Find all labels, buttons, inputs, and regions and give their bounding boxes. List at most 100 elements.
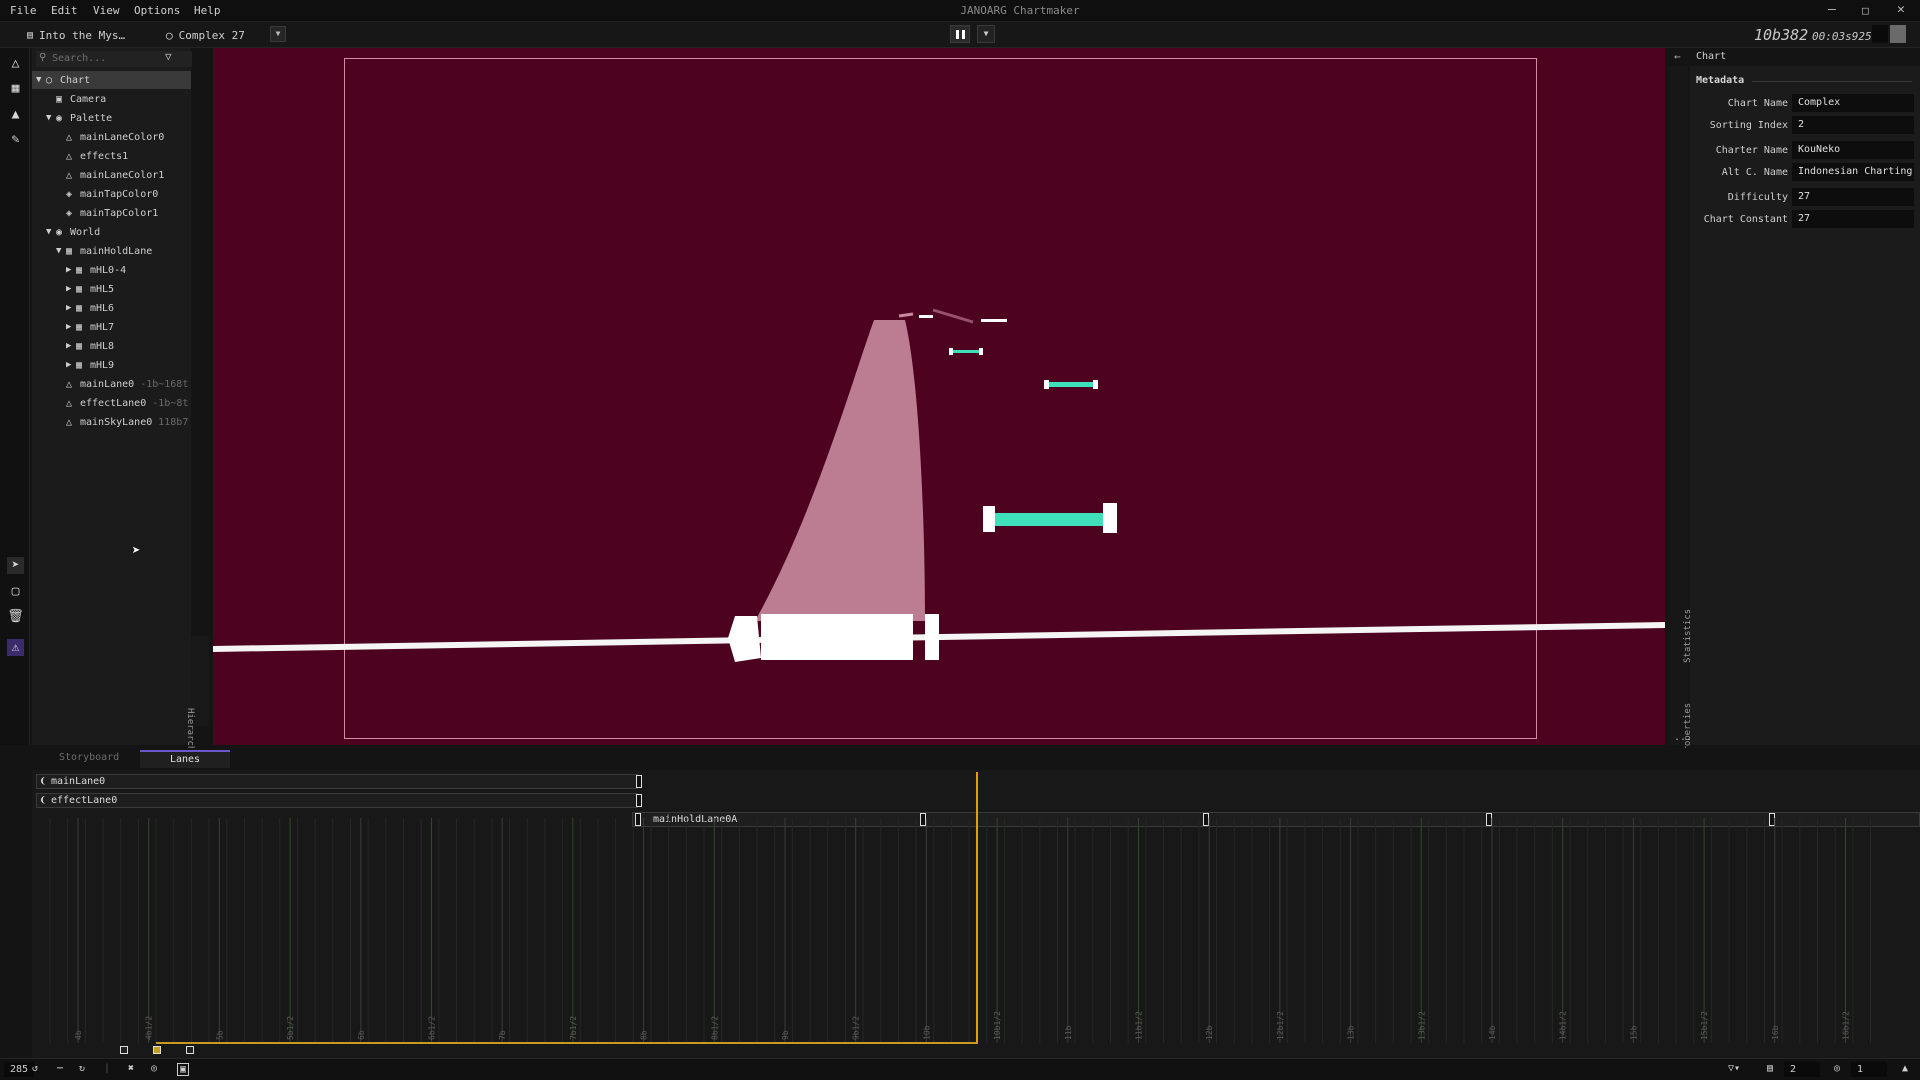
expand-icon[interactable]: ▼: [46, 227, 56, 237]
collapse-icon[interactable]: ▶: [66, 322, 76, 332]
range-start-marker[interactable]: [120, 1046, 128, 1054]
lane-style-icon: △: [66, 169, 73, 181]
properties-panel: ← Chart Metadata Chart Name Complex Sort…: [1668, 48, 1920, 745]
hit-style-icon: ◈: [66, 207, 73, 219]
tree-item-maintapcolor0[interactable]: ◈ mainTapColor0: [32, 185, 191, 203]
brush-tool-icon[interactable]: ✎: [7, 131, 24, 148]
tree-item-mhl9[interactable]: ▶ ▦ mHL9: [32, 356, 191, 374]
sorting-index-label: Sorting Index: [1709, 120, 1788, 131]
more-icon[interactable]: ⋯: [57, 1063, 63, 1074]
tree-item-mhl5[interactable]: ▶ ▦ mHL5: [32, 280, 191, 298]
tree-item-palette[interactable]: ▼ ◉ Palette: [32, 109, 191, 127]
visibility-icon[interactable]: ◎: [151, 1063, 157, 1074]
lane-item-effectlane0[interactable]: ❨ effectLane0: [36, 793, 638, 808]
toolbar-toggle-light[interactable]: [1890, 25, 1906, 43]
tree-item-effectlane0[interactable]: △ effectLane0 -1b~8t: [32, 394, 191, 412]
chart-dropdown[interactable]: ▼: [270, 26, 286, 42]
collapse-icon[interactable]: ▶: [66, 360, 76, 370]
search-icon: ⚲: [39, 52, 47, 63]
tree-item-maintapcolor1[interactable]: ◈ mainTapColor1: [32, 204, 191, 222]
filter-icon[interactable]: ▽: [165, 50, 172, 63]
playback-dropdown[interactable]: ▼: [977, 25, 995, 43]
tree-item-mainlane0[interactable]: △ mainLane0 -1b~168t: [32, 375, 191, 393]
lock-icon[interactable]: ▣: [177, 1063, 190, 1076]
tab-storyboard[interactable]: Storyboard: [59, 752, 119, 763]
far-note: [919, 315, 933, 318]
minimize-icon[interactable]: –: [1828, 2, 1836, 17]
tree-item-mainlanecolor1[interactable]: △ mainLaneColor1: [32, 166, 191, 184]
chart-tab[interactable]: ◯ Complex 27: [166, 27, 245, 43]
lane-tool-icon[interactable]: ▲: [7, 106, 24, 123]
camera-icon: ▣: [56, 93, 63, 105]
beat-tick-label: 12b: [1205, 1025, 1214, 1040]
tree-item-mhl8[interactable]: ▶ ▦ mHL8: [32, 337, 191, 355]
grid-tool-icon[interactable]: ▦: [7, 80, 24, 97]
charter-name-field[interactable]: KouNeko: [1792, 141, 1914, 159]
redo-icon[interactable]: ↻: [79, 1063, 85, 1074]
tree-item-mainholdlane[interactable]: ▼ ▦ mainHoldLane: [32, 242, 191, 260]
hold-note-small: [951, 350, 981, 353]
tool-strip: △ ▦ ▲ ✎ ➤ ▢ 🗑 ⚠: [0, 48, 30, 745]
expand-icon[interactable]: ▼: [46, 113, 56, 123]
warning-tool-icon[interactable]: ⚠: [7, 639, 24, 656]
undo-icon[interactable]: ↺: [32, 1063, 38, 1074]
chevron-down-icon: ▼: [275, 29, 281, 38]
delete-tool-icon[interactable]: 🗑: [7, 608, 24, 625]
lane-item-mainlane0[interactable]: ❨ mainLane0: [36, 774, 638, 789]
back-arrow-icon[interactable]: ←: [1674, 50, 1681, 63]
tree-item-mainskylane0[interactable]: △ mainSkyLane0 118b7: [32, 413, 191, 431]
speed-field[interactable]: 1: [1851, 1062, 1887, 1077]
tab-lanes[interactable]: Lanes: [140, 750, 230, 768]
hierarchy-side-tab[interactable]: Hierarchy: [185, 636, 209, 757]
chevron-up-icon[interactable]: ▲: [1902, 1063, 1908, 1074]
chart-tool-icon[interactable]: △: [7, 55, 24, 72]
beat-tick-label: 5b1/2: [286, 1016, 295, 1040]
save-icon[interactable]: ▤: [1767, 1063, 1773, 1074]
chart-icon: ◯: [46, 74, 53, 86]
tree-item-mhl6[interactable]: ▶ ▦ mHL6: [32, 299, 191, 317]
snap-icon[interactable]: ✖: [128, 1063, 134, 1074]
bpm-field[interactable]: 285: [4, 1062, 34, 1077]
lane-end-handle[interactable]: [636, 775, 642, 788]
box-select-tool-icon[interactable]: ▢: [7, 583, 24, 600]
range-current-marker[interactable]: [153, 1046, 161, 1054]
chart-constant-field[interactable]: 27: [1792, 210, 1914, 228]
pause-button[interactable]: [950, 25, 970, 43]
hold-note-small-cap: [979, 348, 983, 355]
alt-charter-name-field[interactable]: Indonesian Charting: [1792, 163, 1914, 181]
tree-item-camera[interactable]: ▣ Camera: [32, 90, 191, 108]
lane-end-handle[interactable]: [636, 794, 642, 807]
difficulty-field[interactable]: 27: [1792, 188, 1914, 206]
division-field[interactable]: 2: [1784, 1062, 1820, 1077]
filter-dropdown-icon[interactable]: ▽▾: [1728, 1063, 1740, 1074]
expand-icon[interactable]: ▼: [36, 75, 46, 85]
tree-item-chart[interactable]: ▼ ◯ Chart: [32, 71, 191, 89]
tree-item-mhl0-4[interactable]: ▶ ▦ mHL0-4: [32, 261, 191, 279]
collapse-icon[interactable]: ▶: [66, 341, 76, 351]
tree-item-effects1[interactable]: △ effects1: [32, 147, 191, 165]
chart-viewport[interactable]: [213, 48, 1665, 745]
collapse-icon[interactable]: ▶: [66, 303, 76, 313]
beat-tick-label: 15b: [1629, 1025, 1638, 1040]
hold-trail: [755, 320, 925, 621]
song-icon: ▤: [27, 29, 34, 41]
chart-name-field[interactable]: Complex: [1792, 94, 1914, 112]
tree-item-world[interactable]: ▼ ◉ World: [32, 223, 191, 241]
tree-item-mainlanecolor0[interactable]: △ mainLaneColor0: [32, 128, 191, 146]
playhead[interactable]: [976, 772, 978, 1042]
beat-tick-label: 10b1/2: [993, 1011, 1002, 1040]
song-tab[interactable]: ▤ Into the Mys…: [27, 27, 125, 43]
group-icon: ▦: [76, 340, 83, 352]
expand-icon[interactable]: ▼: [56, 246, 66, 256]
collapse-icon[interactable]: ▶: [66, 265, 76, 275]
beat-tick-label: 6b1/2: [428, 1016, 437, 1040]
maximize-icon[interactable]: □: [1862, 4, 1869, 17]
close-icon[interactable]: ✕: [1897, 2, 1905, 17]
collapse-icon[interactable]: ▶: [66, 284, 76, 294]
toolbar-toggle-dark[interactable]: [1872, 25, 1888, 43]
speed-icon[interactable]: ◎: [1834, 1063, 1840, 1074]
select-tool-icon[interactable]: ➤: [7, 557, 24, 574]
sorting-index-field[interactable]: 2: [1792, 116, 1914, 134]
tree-item-mhl7[interactable]: ▶ ▦ mHL7: [32, 318, 191, 336]
range-end-marker[interactable]: [186, 1046, 194, 1054]
